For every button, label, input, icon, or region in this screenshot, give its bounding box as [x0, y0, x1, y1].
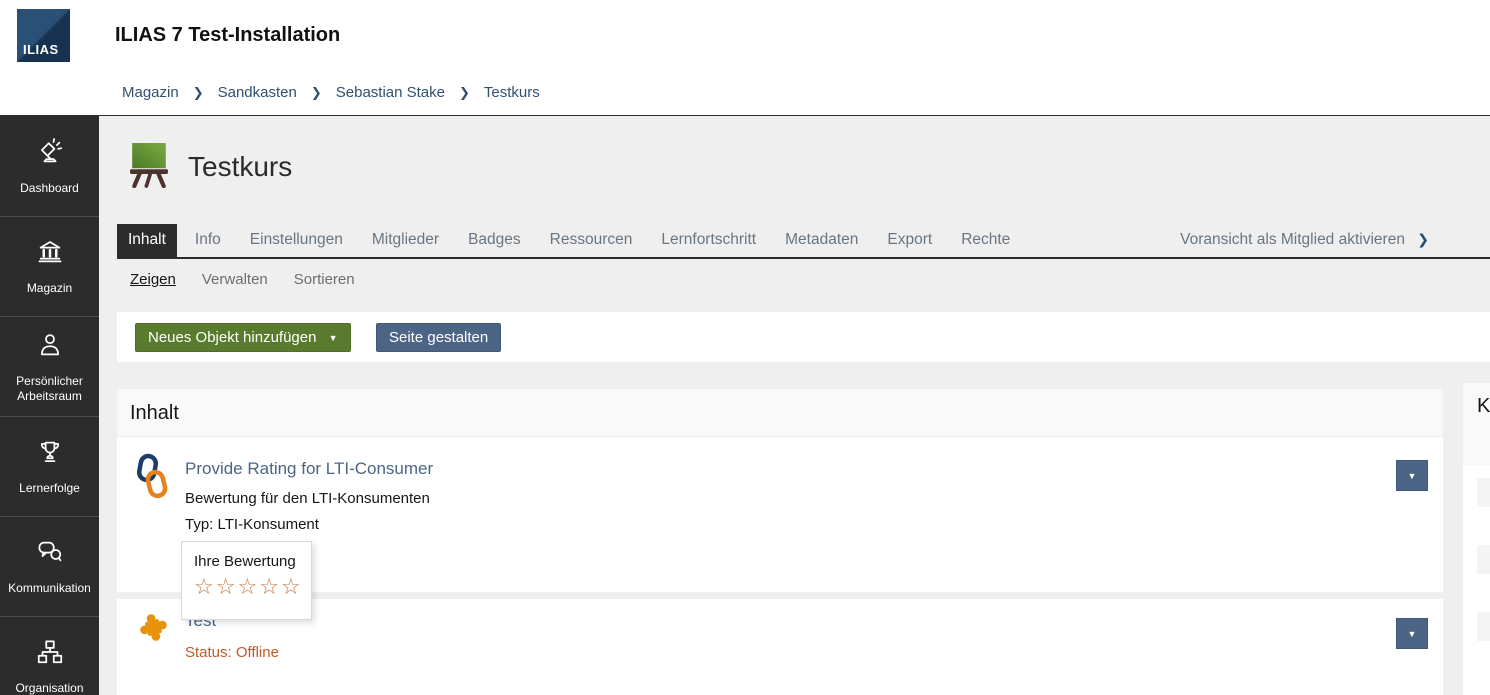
object-actions-dropdown-button[interactable]: ▼ [1396, 460, 1428, 491]
star-outline-icon[interactable]: ☆ [259, 574, 281, 599]
course-tabs: Inhalt Info Einstellungen Mitglieder Bad… [117, 224, 1490, 259]
content-toolbar: Neues Objekt hinzufügen ▼ Seite gestalte… [117, 312, 1490, 362]
content-panel: Inhalt Provide Rating for LTI-Consumer B… [117, 389, 1443, 695]
object-actions-dropdown-button[interactable]: ▼ [1396, 618, 1428, 649]
right-panel-item [1477, 478, 1490, 507]
tab-einstellungen[interactable]: Einstellungen [239, 224, 354, 257]
tab-lernfortschritt[interactable]: Lernfortschritt [650, 224, 767, 257]
chevron-right-icon: ❯ [1417, 231, 1429, 247]
sidebar-item-label: Kommunikation [8, 581, 91, 595]
add-new-object-label: Neues Objekt hinzufügen [148, 329, 317, 346]
list-item-separator [117, 592, 1443, 599]
rating-tooltip-title: Ihre Bewertung [194, 553, 296, 570]
course-easel-icon [128, 140, 170, 193]
sidebar-item-label: Dashboard [20, 180, 79, 195]
lti-chain-links-icon[interactable] [135, 453, 169, 504]
desk-lamp-icon [35, 137, 65, 172]
caret-down-icon: ▼ [1407, 628, 1417, 639]
app-header: ILIAS ILIAS 7 Test-Installation [0, 0, 1490, 70]
tab-export[interactable]: Export [876, 224, 943, 257]
course-subtabs: Zeigen Verwalten Sortieren [130, 271, 355, 288]
sidebar-item-persoenlicher-arbeitsraum[interactable]: Persönlicher Arbeitsraum [0, 316, 99, 416]
ilias-logo-text: ILIAS [23, 42, 59, 57]
object-title-link[interactable]: Provide Rating for LTI-Consumer [185, 459, 433, 479]
chat-bubbles-icon [35, 537, 65, 572]
subtab-zeigen[interactable]: Zeigen [130, 271, 176, 288]
object-description: Bewertung für den LTI-Konsumenten [185, 490, 430, 507]
installation-title: ILIAS 7 Test-Installation [115, 24, 341, 46]
tab-voransicht-aktivieren[interactable]: Voransicht als Mitglied aktivieren ❯ [1169, 224, 1440, 257]
sidebar-item-label: Persönlicher Arbeitsraum [16, 373, 83, 403]
right-panel-item [1477, 545, 1490, 574]
object-status-line: Status: Offline [185, 644, 279, 661]
right-panel-body [1463, 465, 1490, 695]
star-outline-icon[interactable]: ☆ [281, 574, 303, 599]
page-title: Testkurs [188, 150, 293, 182]
ilias-logo[interactable]: ILIAS [17, 9, 70, 62]
design-page-label: Seite gestalten [389, 329, 489, 346]
right-panel-heading: K [1463, 383, 1490, 465]
subtab-sortieren[interactable]: Sortieren [294, 271, 355, 288]
breadcrumb: Magazin ❯ Sandkasten ❯ Sebastian Stake ❯… [0, 70, 1490, 116]
tab-metadaten[interactable]: Metadaten [774, 224, 869, 257]
right-panel-item [1477, 612, 1490, 641]
trophy-icon [35, 437, 65, 472]
chevron-right-icon: ❯ [310, 84, 322, 100]
caret-down-icon: ▼ [328, 333, 338, 343]
tab-rechte[interactable]: Rechte [950, 224, 1021, 257]
chevron-right-icon: ❯ [459, 84, 470, 100]
sidebar-item-dashboard[interactable]: Dashboard [0, 116, 99, 216]
star-outline-icon[interactable]: ☆ [237, 574, 259, 599]
rating-stars: ☆☆☆☆☆ [194, 576, 311, 598]
main-sidebar: Dashboard Magazin Persönlicher Arbeitsra… [0, 116, 99, 695]
list-item-test: Test Status: Offline ▼ [117, 599, 1443, 695]
sidebar-item-label: Lernerfolge [19, 481, 80, 495]
star-outline-icon[interactable]: ☆ [216, 574, 238, 599]
org-chart-icon [35, 637, 65, 672]
tab-mitglieder[interactable]: Mitglieder [361, 224, 450, 257]
rating-tooltip: Ihre Bewertung ☆☆☆☆☆ [181, 541, 312, 620]
sidebar-item-label: Organisation [15, 681, 84, 695]
star-outline-icon[interactable]: ☆ [194, 574, 216, 599]
person-icon [35, 330, 65, 365]
breadcrumb-item-testkurs[interactable]: Testkurs [484, 84, 540, 101]
sidebar-item-magazin[interactable]: Magazin [0, 216, 99, 316]
add-new-object-button[interactable]: Neues Objekt hinzufügen ▼ [135, 323, 351, 352]
tab-ressourcen[interactable]: Ressourcen [539, 224, 644, 257]
tab-badges[interactable]: Badges [457, 224, 532, 257]
bank-building-icon [35, 237, 65, 272]
puzzle-piece-icon[interactable] [137, 611, 170, 649]
tab-voransicht-label: Voransicht als Mitglied aktivieren [1180, 231, 1405, 248]
tab-info[interactable]: Info [184, 224, 232, 257]
chevron-right-icon: ❯ [192, 84, 204, 100]
sidebar-item-organisation[interactable]: Organisation [0, 616, 99, 695]
object-type-line: Typ: LTI-Konsument [185, 516, 319, 533]
breadcrumb-item-sebastian-stake[interactable]: Sebastian Stake [336, 84, 445, 101]
right-side-panel: K [1463, 383, 1490, 695]
sidebar-item-kommunikation[interactable]: Kommunikation [0, 516, 99, 616]
subtab-verwalten[interactable]: Verwalten [202, 271, 268, 288]
sidebar-item-lernerfolge[interactable]: Lernerfolge [0, 416, 99, 516]
tab-inhalt[interactable]: Inhalt [117, 224, 177, 257]
caret-down-icon: ▼ [1407, 470, 1417, 481]
sidebar-item-label: Magazin [26, 281, 73, 295]
design-page-button[interactable]: Seite gestalten [376, 323, 502, 352]
course-header: Testkurs [128, 140, 292, 193]
content-panel-title: Inhalt [117, 389, 1443, 437]
breadcrumb-item-magazin[interactable]: Magazin [122, 84, 179, 101]
list-item-lti-consumer: Provide Rating for LTI-Consumer Bewertun… [117, 437, 1443, 592]
breadcrumb-item-sandkasten[interactable]: Sandkasten [218, 84, 297, 101]
